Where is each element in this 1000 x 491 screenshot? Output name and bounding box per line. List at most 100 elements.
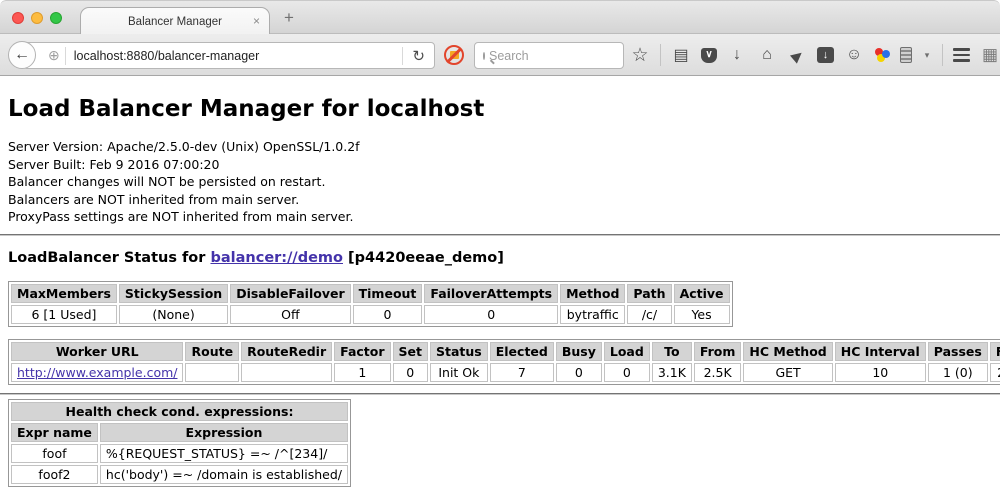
divider bbox=[65, 47, 66, 65]
notice-line: ProxyPass settings are NOT inherited fro… bbox=[8, 208, 992, 226]
col-header: Load bbox=[604, 342, 650, 361]
save-page-icon[interactable]: ↓ bbox=[817, 47, 834, 63]
window-zoom-button[interactable] bbox=[50, 12, 62, 24]
table-header-row: MaxMembers StickySession DisableFailover… bbox=[11, 284, 730, 303]
send-tab-icon[interactable]: ▶ bbox=[784, 42, 810, 68]
table-row: foof2 hc('body') =~ /domain is establish… bbox=[11, 465, 348, 484]
cell-hc-interval: 10 bbox=[835, 363, 926, 382]
divider bbox=[942, 44, 943, 66]
server-info: Server Version: Apache/2.5.0-dev (Unix) … bbox=[8, 138, 992, 226]
title-bar: Balancer Manager × + bbox=[0, 0, 1000, 34]
heading-prefix: LoadBalancer Status for bbox=[8, 250, 205, 266]
col-header: To bbox=[652, 342, 692, 361]
clipboard-extension-icon[interactable] bbox=[900, 47, 912, 63]
col-header: Expr name bbox=[11, 423, 98, 442]
balancer-link[interactable]: balancer://demo bbox=[210, 250, 343, 266]
notice-line: Balancers are NOT inherited from main se… bbox=[8, 191, 992, 209]
col-header: Fails bbox=[990, 342, 1000, 361]
heading-suffix: [p4420eeae_demo] bbox=[348, 250, 504, 266]
table-row: foof %{REQUEST_STATUS} =~ /^[234]/ bbox=[11, 444, 348, 463]
col-header: Route bbox=[185, 342, 239, 361]
cell-passes: 1 (0) bbox=[928, 363, 988, 382]
cell-failoverattempts: 0 bbox=[424, 305, 558, 324]
search-input[interactable] bbox=[489, 49, 650, 63]
health-check-table: Health check cond. expressions: Expr nam… bbox=[8, 399, 351, 487]
cell-disablefailover: Off bbox=[230, 305, 350, 324]
back-button[interactable]: ← bbox=[8, 41, 36, 69]
col-header: Worker URL bbox=[11, 342, 183, 361]
col-header: Active bbox=[674, 284, 730, 303]
cell-busy: 0 bbox=[556, 363, 602, 382]
chevron-down-icon[interactable]: ▾ bbox=[922, 50, 932, 61]
col-header: Set bbox=[393, 342, 428, 361]
cell-routeredir bbox=[241, 363, 332, 382]
extension-dots-icon[interactable] bbox=[874, 47, 890, 63]
table-row: http://www.example.com/ 1 0 Init Ok 7 0 … bbox=[11, 363, 1000, 382]
table-title-row: Health check cond. expressions: bbox=[11, 402, 348, 421]
col-header: Path bbox=[627, 284, 671, 303]
col-header: Factor bbox=[334, 342, 390, 361]
address-bar[interactable]: ⊕ localhost:8880/balancer-manager ↻ bbox=[23, 42, 435, 69]
search-icon bbox=[483, 52, 485, 60]
col-header: Passes bbox=[928, 342, 988, 361]
tab-close-icon[interactable]: × bbox=[253, 14, 260, 28]
divider bbox=[0, 393, 1000, 395]
col-header: HC Method bbox=[743, 342, 832, 361]
col-header: RouteRedir bbox=[241, 342, 332, 361]
new-tab-button[interactable]: + bbox=[284, 8, 294, 28]
tab-groups-icon[interactable]: ▦ bbox=[980, 45, 1000, 65]
home-icon[interactable]: ⌂ bbox=[757, 46, 777, 64]
col-header: Busy bbox=[556, 342, 602, 361]
table-header-row: Expr name Expression bbox=[11, 423, 348, 442]
slash-shape bbox=[446, 47, 462, 63]
cell-stickysession: (None) bbox=[119, 305, 228, 324]
bookmarks-icon[interactable]: ▤ bbox=[671, 45, 691, 65]
reload-icon[interactable]: ↻ bbox=[403, 47, 434, 65]
page-title: Load Balancer Manager for localhost bbox=[8, 96, 992, 122]
col-header: DisableFailover bbox=[230, 284, 350, 303]
window-close-button[interactable] bbox=[12, 12, 24, 24]
col-header: FailoverAttempts bbox=[424, 284, 558, 303]
server-version-line: Server Version: Apache/2.5.0-dev (Unix) … bbox=[8, 138, 992, 156]
worker-table: Worker URL Route RouteRedir Factor Set S… bbox=[8, 339, 1000, 385]
balancer-settings-table: MaxMembers StickySession DisableFailover… bbox=[8, 281, 733, 327]
col-header: From bbox=[694, 342, 742, 361]
server-built-line: Server Built: Feb 9 2016 07:00:20 bbox=[8, 156, 992, 174]
balancer-status-heading: LoadBalancer Status for balancer://demo … bbox=[8, 250, 992, 266]
cell-factor: 1 bbox=[334, 363, 390, 382]
downloads-icon[interactable]: ↓ bbox=[727, 46, 747, 64]
pocket-icon[interactable]: ∨ bbox=[701, 48, 717, 63]
cell-timeout: 0 bbox=[353, 305, 423, 324]
chat-icon[interactable]: ☺ bbox=[844, 46, 864, 64]
table-header-row: Worker URL Route RouteRedir Factor Set S… bbox=[11, 342, 1000, 361]
cell-worker-url: http://www.example.com/ bbox=[11, 363, 183, 382]
search-box[interactable] bbox=[474, 42, 624, 69]
col-header: HC Interval bbox=[835, 342, 926, 361]
page-content: Load Balancer Manager for localhost Serv… bbox=[0, 77, 1000, 491]
cell-expression: %{REQUEST_STATUS} =~ /^[234]/ bbox=[100, 444, 348, 463]
globe-icon: ⊕ bbox=[48, 47, 60, 64]
window-minimize-button[interactable] bbox=[31, 12, 43, 24]
cell-fails: 2 (0) bbox=[990, 363, 1000, 382]
url-text[interactable]: localhost:8880/balancer-manager bbox=[74, 49, 403, 63]
col-header: Status bbox=[430, 342, 488, 361]
bookmark-star-icon[interactable]: ☆ bbox=[630, 44, 650, 67]
divider bbox=[0, 234, 1000, 236]
blocked-content-icon[interactable] bbox=[444, 45, 464, 65]
cell-elected: 7 bbox=[490, 363, 554, 382]
cell-load: 0 bbox=[604, 363, 650, 382]
col-header: Elected bbox=[490, 342, 554, 361]
cell-expr-name: foof2 bbox=[11, 465, 98, 484]
worker-url-link[interactable]: http://www.example.com/ bbox=[17, 365, 177, 380]
col-header: Timeout bbox=[353, 284, 423, 303]
col-header: Expression bbox=[100, 423, 348, 442]
cell-status: Init Ok bbox=[430, 363, 488, 382]
cell-path: /c/ bbox=[627, 305, 671, 324]
tab-balancer-manager[interactable]: Balancer Manager × bbox=[80, 7, 270, 36]
divider bbox=[660, 44, 661, 66]
hamburger-menu-icon[interactable] bbox=[953, 48, 970, 62]
toolbar-icon-row: ☆ ▤ ∨ ↓ ⌂ ▶ ↓ ☺ ▾ ▦ bbox=[630, 34, 998, 76]
notice-line: Balancer changes will NOT be persisted o… bbox=[8, 173, 992, 191]
cell-from: 2.5K bbox=[694, 363, 742, 382]
col-header: Method bbox=[560, 284, 625, 303]
